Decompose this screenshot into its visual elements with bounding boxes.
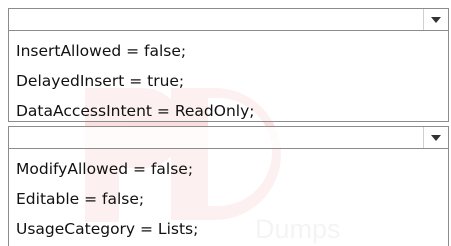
top-property-panel: InsertAllowed = false; DelayedInsert = t… — [8, 8, 449, 122]
bottom-property-lines: ModifyAllowed = false; Editable = false;… — [9, 149, 448, 244]
property-line: UsageCategory = Lists; — [16, 220, 199, 238]
chevron-down-icon[interactable] — [423, 127, 448, 148]
bottom-property-panel: ModifyAllowed = false; Editable = false;… — [8, 126, 449, 246]
chevron-down-icon[interactable] — [423, 9, 448, 30]
bottom-property-dropdown[interactable] — [9, 127, 448, 149]
top-property-lines: InsertAllowed = false; DelayedInsert = t… — [9, 31, 448, 126]
top-property-dropdown[interactable] — [9, 9, 448, 31]
property-line: ModifyAllowed = false; — [16, 160, 194, 178]
property-line: InsertAllowed = false; — [16, 42, 187, 60]
property-line: Editable = false; — [16, 190, 145, 208]
property-line: DataAccessIntent = ReadOnly; — [16, 102, 255, 120]
property-line: DelayedInsert = true; — [16, 72, 185, 90]
